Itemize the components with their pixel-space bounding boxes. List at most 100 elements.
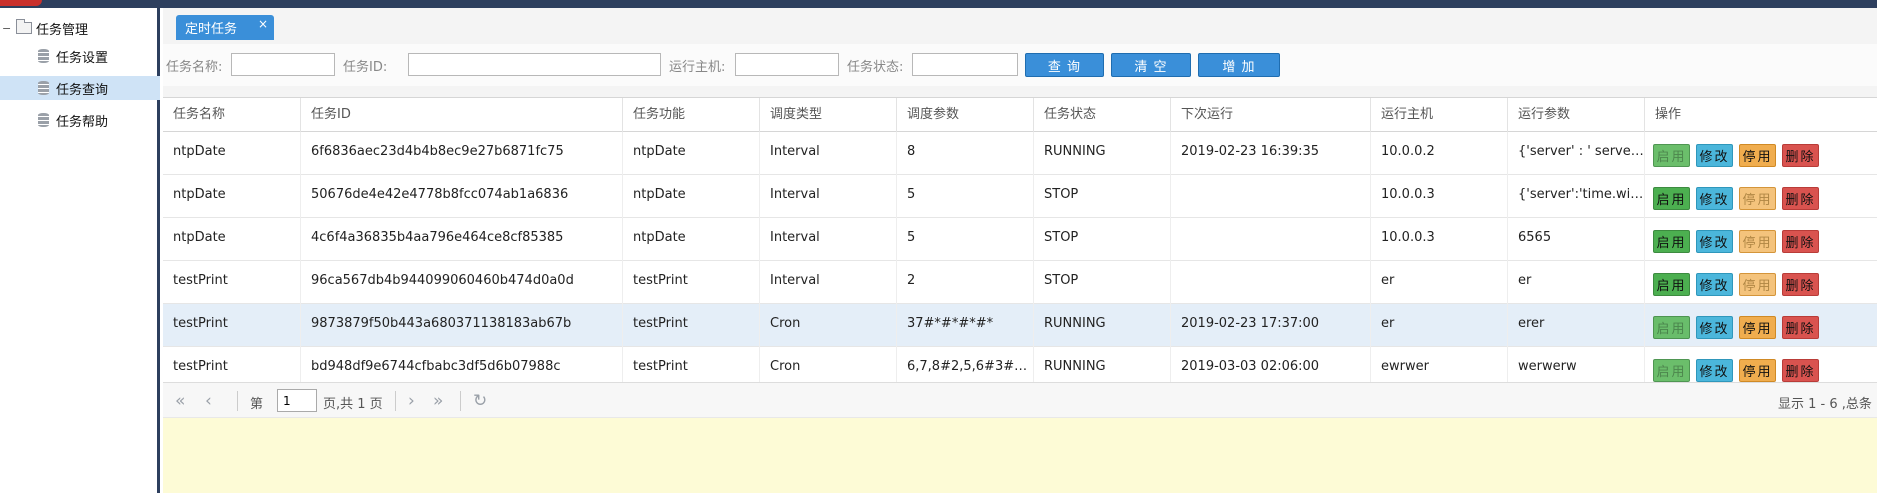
start-button[interactable]: 启用 [1653,230,1690,253]
edit-button[interactable]: 修改 [1696,144,1733,167]
cell-schedule-type: Cron [760,304,897,347]
cell-schedule-type: Interval [760,261,897,304]
delete-button[interactable]: 删除 [1782,359,1819,382]
delete-button[interactable]: 删除 [1782,316,1819,339]
row-actions: 启用 修改 停用 删除 [1653,187,1819,210]
tree-root-label: 任务管理 [36,22,89,38]
clear-button[interactable]: 清 空 [1111,53,1191,77]
cell-next-run: 2019-02-23 16:39:35 [1171,132,1371,175]
column-header-schedule-params[interactable]: 调度参数 [897,98,1034,132]
column-header-actions: 操作 [1655,107,1682,122]
stop-button[interactable]: 停用 [1739,359,1776,382]
table-row[interactable]: ntpDate 6f6836aec23d4b4b8ec9e27b6871fc75 n… [163,132,1877,175]
cell-run-host: er [1371,304,1508,347]
table-row[interactable]: ntpDate 50676de4e42e4778b8fcc074ab1a6836 n… [163,175,1877,218]
app-logo [0,0,42,6]
task-id-input[interactable] [408,53,661,76]
database-icon [38,113,49,127]
column-header-run-args[interactable]: 运行参数 [1508,98,1645,132]
sidebar-item-label: 任务查询 [56,82,109,98]
task-status-input[interactable] [912,53,1018,76]
page-number-input[interactable] [277,389,317,412]
task-name-label: 任务名称: [166,60,223,75]
column-header-task-name[interactable]: 任务名称 [163,98,301,132]
stop-button[interactable]: 停用 [1739,316,1776,339]
delete-button[interactable]: 删除 [1782,273,1819,296]
cell-task-name: ntpDate [163,175,301,218]
cell-task-id: 50676de4e42e4778b8fcc074ab1a6836 [301,175,623,218]
sidebar-item-task-query[interactable]: 任务查询 [0,76,160,100]
start-button: 启用 [1653,144,1690,167]
query-button[interactable]: 查 询 [1025,53,1104,77]
column-header-task-status[interactable]: 任务状态 [1034,98,1171,132]
delete-button[interactable]: 删除 [1782,187,1819,210]
stop-button[interactable]: 停用 [1739,144,1776,167]
delete-button[interactable]: 删除 [1782,144,1819,167]
cell-next-run: 2019-02-23 17:37:00 [1171,304,1371,347]
task-status-label: 任务状态: [847,60,904,75]
edit-button[interactable]: 修改 [1696,230,1733,253]
page-prefix: 第 [250,397,264,412]
table-row[interactable]: ntpDate 4c6f4a36835b4aa796e464ce8cf85385 n… [163,218,1877,261]
next-page-icon[interactable]: › [408,391,415,411]
cell-next-run [1171,175,1371,218]
column-header-run-host[interactable]: 运行主机 [1371,98,1508,132]
table-row[interactable]: testPrint 96ca567db4b944099060460b474d0a0… [163,261,1877,304]
column-header-task-function[interactable]: 任务功能 [623,98,760,132]
run-host-input[interactable] [735,53,839,76]
cell-run-host: 10.0.0.3 [1371,218,1508,261]
cell-task-status: STOP [1034,261,1171,304]
close-icon[interactable]: × [258,17,268,31]
sidebar-item-label: 任务设置 [56,50,109,66]
cell-task-id: 9873879f50b443a680371138183ab67b [301,304,623,347]
row-actions: 启用 修改 停用 删除 [1653,359,1819,382]
cell-task-status: RUNNING [1034,304,1171,347]
folder-icon [16,19,32,34]
cell-schedule-type: Interval [760,218,897,261]
edit-button[interactable]: 修改 [1696,273,1733,296]
table-header: 任务名称 任务ID 任务功能 调度类型 调度参数 任务状态 下次运行 运行主机 … [163,98,1877,132]
last-page-icon[interactable]: » [433,391,443,411]
delete-button[interactable]: 删除 [1782,230,1819,253]
tree-root-task-management[interactable]: − 任务管理 [2,18,88,38]
cell-task-id: 4c6f4a36835b4aa796e464ce8cf85385 [301,218,623,261]
edit-button[interactable]: 修改 [1696,187,1733,210]
pagination-bar: « ‹ 第 页,共 1 页 › » ↻ 显示 1 - 6 ,总条 [163,382,1877,418]
task-name-input[interactable] [231,53,335,76]
database-icon [38,49,49,63]
edit-button[interactable]: 修改 [1696,359,1733,382]
column-header-schedule-type[interactable]: 调度类型 [760,98,897,132]
sidebar-item-task-help[interactable]: 任务帮助 [0,108,160,132]
pager-divider [460,391,461,411]
add-button[interactable]: 增 加 [1198,53,1280,77]
page-total: 页,共 1 页 [323,397,383,412]
pager-divider [237,391,238,411]
stop-button: 停用 [1739,273,1776,296]
edit-button[interactable]: 修改 [1696,316,1733,339]
cell-run-args: erer [1508,304,1645,347]
start-button[interactable]: 启用 [1653,273,1690,296]
main-panel: 定时任务 × 任务名称: 任务ID: 运行主机: 任务状态: 查 询 清 空 增… [163,8,1877,493]
run-host-label: 运行主机: [669,60,726,75]
cell-task-function: testPrint [623,304,760,347]
column-header-next-run[interactable]: 下次运行 [1171,98,1371,132]
cell-task-function: testPrint [623,261,760,304]
cell-next-run [1171,218,1371,261]
column-header-task-id[interactable]: 任务ID [301,98,623,132]
sidebar-item-task-settings[interactable]: 任务设置 [0,44,160,68]
collapse-icon[interactable]: − [2,22,16,35]
row-actions: 启用 修改 停用 删除 [1653,316,1819,339]
tab-scheduled-tasks[interactable]: 定时任务 × [176,15,274,40]
refresh-icon[interactable]: ↻ [473,391,487,411]
table-row[interactable]: testPrint 9873879f50b443a680371138183ab67… [163,304,1877,347]
first-page-icon[interactable]: « [175,391,185,411]
prev-page-icon[interactable]: ‹ [205,391,212,411]
page-info: 显示 1 - 6 ,总条 [1778,397,1872,412]
cell-run-args: {'server' : ' server ntp.aliyun.com'} [1508,132,1645,175]
tab-bar: 定时任务 × [163,8,1877,44]
database-icon [38,81,49,95]
start-button: 启用 [1653,316,1690,339]
cell-schedule-type: Interval [760,132,897,175]
cell-task-function: ntpDate [623,175,760,218]
start-button[interactable]: 启用 [1653,187,1690,210]
